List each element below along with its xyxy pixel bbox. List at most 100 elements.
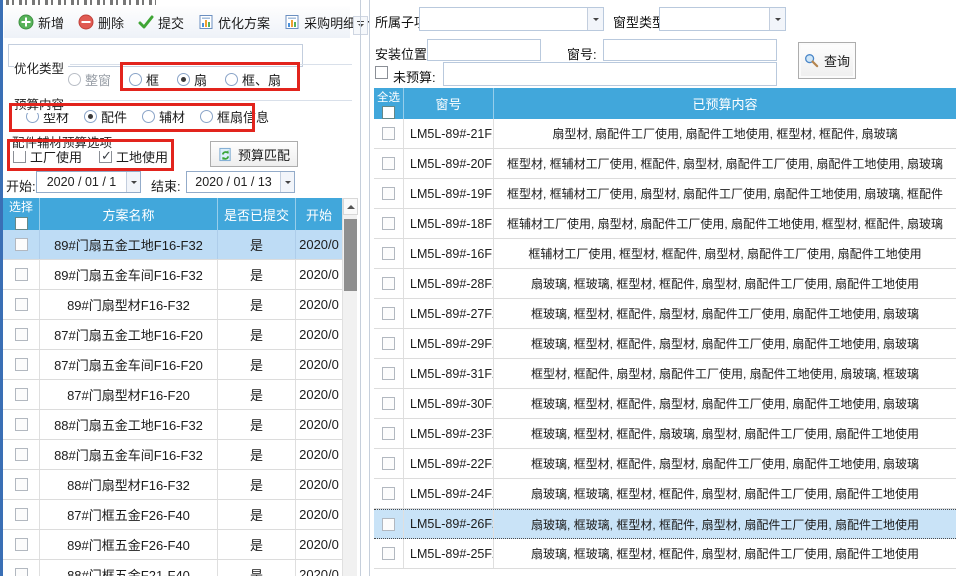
table-row[interactable]: 88#门扇五金车间F16-F32 是 2020/0 xyxy=(3,440,342,470)
table-row[interactable]: 87#门框五金F26-F40 是 2020/0 xyxy=(3,500,342,530)
table-row[interactable]: 88#门扇五金工地F16-F32 是 2020/0 xyxy=(3,410,342,440)
panel-splitter[interactable] xyxy=(369,0,370,576)
table-row[interactable]: LM5L-89#-19F17 框型材, 框辅材工厂使用, 扇型材, 扇配件工厂使… xyxy=(374,179,956,209)
optimize-type-radio[interactable]: 整窗 xyxy=(68,70,111,89)
window-no-label: 窗号: xyxy=(567,44,597,63)
budget-content-radio[interactable]: 辅材 xyxy=(142,107,185,126)
plan-name-cell: 88#门扇五金工地F16-F32 xyxy=(40,410,218,439)
table-row[interactable]: LM5L-89#-16F15 框辅材工厂使用, 框型材, 框配件, 扇型材, 扇… xyxy=(374,239,956,269)
submitted-column-header[interactable]: 是否已提交 xyxy=(218,198,296,230)
row-checkbox[interactable] xyxy=(15,448,28,461)
select-all-checkbox[interactable] xyxy=(15,217,28,230)
table-row[interactable]: 88#门框五金F21-F40 是 2020/0 xyxy=(3,560,342,576)
combo-dropdown-button[interactable] xyxy=(587,8,603,30)
row-checkbox[interactable] xyxy=(382,187,395,200)
row-checkbox[interactable] xyxy=(15,538,28,551)
row-checkbox[interactable] xyxy=(382,487,395,500)
select-all-checkbox[interactable] xyxy=(382,106,395,119)
date-dropdown-button[interactable] xyxy=(280,172,294,192)
scrollbar-thumb[interactable] xyxy=(344,219,357,291)
optimize-plan-button[interactable]: 优化方案 xyxy=(192,9,278,36)
row-checkbox[interactable] xyxy=(382,457,395,470)
start-column-header[interactable]: 开始 xyxy=(296,198,342,230)
row-checkbox[interactable] xyxy=(15,478,28,491)
budgeted-content-cell: 框辅材工厂使用, 框型材, 框配件, 扇型材, 扇配件工厂使用, 扇配件工地使用 xyxy=(494,239,956,268)
row-select-cell xyxy=(374,359,404,388)
not-budgeted-input[interactable] xyxy=(443,62,777,86)
table-row[interactable]: LM5L-89#-26F24 扇玻璃, 框玻璃, 框型材, 框配件, 扇型材, … xyxy=(374,509,956,539)
row-checkbox[interactable] xyxy=(382,127,395,140)
table-row[interactable]: 87#门扇五金车间F16-F20 是 2020/0 xyxy=(3,350,342,380)
budgeted-content-cell: 框玻璃, 框型材, 框配件, 扇型材, 扇配件工厂使用, 扇配件工地使用, 扇玻… xyxy=(494,329,956,358)
row-checkbox[interactable] xyxy=(15,418,28,431)
table-row[interactable]: 87#门扇型材F16-F20 是 2020/0 xyxy=(3,380,342,410)
delete-button[interactable]: 删除 xyxy=(72,9,132,36)
table-row[interactable]: LM5L-89#-25F23 扇玻璃, 框玻璃, 框型材, 框配件, 扇型材, … xyxy=(374,539,956,569)
budget-content-radio[interactable]: 配件 xyxy=(84,107,127,126)
row-checkbox[interactable] xyxy=(382,427,395,440)
table-row[interactable]: LM5L-89#-31F29 框型材, 框配件, 扇型材, 扇配件工厂使用, 扇… xyxy=(374,359,956,389)
date-start-picker[interactable]: 2020 / 01 / 1 xyxy=(36,171,141,193)
table-row[interactable]: LM5L-89#-30F28 框玻璃, 框型材, 框配件, 扇型材, 扇配件工厂… xyxy=(374,389,956,419)
add-button[interactable]: 新增 xyxy=(12,9,72,36)
row-checkbox[interactable] xyxy=(382,247,395,260)
table-row[interactable]: 89#门框五金F26-F40 是 2020/0 xyxy=(3,530,342,560)
table-row[interactable]: LM5L-89#-24F22 扇玻璃, 框玻璃, 框型材, 框配件, 扇型材, … xyxy=(374,479,956,509)
table-row[interactable]: LM5L-89#-23F21 框玻璃, 框型材, 框配件, 扇玻璃, 扇型材, … xyxy=(374,419,956,449)
row-checkbox[interactable] xyxy=(15,358,28,371)
window-no-input[interactable] xyxy=(603,39,777,61)
arrow-up-icon xyxy=(347,201,355,209)
window-table-header: 全选 窗号 已预算内容 xyxy=(374,88,956,119)
optimize-type-radio[interactable]: 扇 xyxy=(177,70,207,89)
install-position-input[interactable] xyxy=(427,39,541,61)
row-checkbox[interactable] xyxy=(15,268,28,281)
row-checkbox[interactable] xyxy=(382,277,395,290)
date-end-picker[interactable]: 2020 / 01 / 13 xyxy=(186,171,295,193)
row-checkbox[interactable] xyxy=(382,518,395,531)
row-checkbox[interactable] xyxy=(15,568,28,576)
table-row[interactable]: 87#门扇五金工地F16-F20 是 2020/0 xyxy=(3,320,342,350)
table-row[interactable]: LM5L-89#-29F27 框玻璃, 框型材, 框配件, 扇型材, 扇配件工厂… xyxy=(374,329,956,359)
scroll-up-button[interactable] xyxy=(343,198,358,215)
optimize-type-radio[interactable]: 框 xyxy=(129,70,159,89)
accessory-options-group-label: 配件辅材预算选项 xyxy=(12,132,116,151)
budget-match-button[interactable]: 预算匹配 xyxy=(210,141,298,167)
plan-name-column-header[interactable]: 方案名称 xyxy=(40,198,218,230)
row-checkbox[interactable] xyxy=(15,508,28,521)
panel-splitter[interactable] xyxy=(360,0,361,576)
row-checkbox[interactable] xyxy=(382,157,395,170)
table-row[interactable]: LM5L-89#-27F25 框玻璃, 框型材, 框配件, 扇型材, 扇配件工厂… xyxy=(374,299,956,329)
table-row[interactable]: 89#门扇五金车间F16-F32 是 2020/0 xyxy=(3,260,342,290)
budgeted-content-column-header[interactable]: 已预算内容 xyxy=(494,88,956,119)
row-checkbox[interactable] xyxy=(382,397,395,410)
row-checkbox[interactable] xyxy=(15,328,28,341)
table-row[interactable]: LM5L-89#-28F26 扇玻璃, 框玻璃, 框型材, 框配件, 扇型材, … xyxy=(374,269,956,299)
row-checkbox[interactable] xyxy=(382,367,395,380)
sub-item-select[interactable] xyxy=(419,7,604,31)
table-row[interactable]: LM5L-89#-20F18 框型材, 框辅材工厂使用, 框配件, 扇型材, 扇… xyxy=(374,149,956,179)
table-row[interactable]: LM5L-89#-22F20 框玻璃, 框型材, 框配件, 扇型材, 扇配件工厂… xyxy=(374,449,956,479)
row-checkbox[interactable] xyxy=(382,337,395,350)
row-checkbox[interactable] xyxy=(15,388,28,401)
not-budgeted-checkbox[interactable] xyxy=(375,66,388,79)
row-checkbox[interactable] xyxy=(382,307,395,320)
combo-dropdown-button[interactable] xyxy=(769,8,785,30)
budget-content-radio[interactable]: 框扇信息 xyxy=(200,107,269,126)
query-button[interactable]: 查询 xyxy=(798,42,856,79)
table-row[interactable]: 89#门扇型材F16-F32 是 2020/0 xyxy=(3,290,342,320)
report-icon xyxy=(198,14,214,30)
plan-table-scrollbar[interactable] xyxy=(342,198,357,576)
table-row[interactable]: LM5L-89#-21F19 扇型材, 扇配件工厂使用, 扇配件工地使用, 框型… xyxy=(374,119,956,149)
table-row[interactable]: 88#门扇型材F16-F32 是 2020/0 xyxy=(3,470,342,500)
row-checkbox[interactable] xyxy=(15,298,28,311)
row-checkbox[interactable] xyxy=(15,238,28,251)
window-no-column-header[interactable]: 窗号 xyxy=(404,88,494,119)
row-checkbox[interactable] xyxy=(382,217,395,230)
date-dropdown-button[interactable] xyxy=(126,172,140,192)
window-type-select[interactable] xyxy=(659,7,786,31)
optimize-type-radio[interactable]: 框、扇 xyxy=(225,70,281,89)
row-checkbox[interactable] xyxy=(382,547,395,560)
submit-button[interactable]: 提交 xyxy=(132,9,192,36)
table-row[interactable]: 89#门扇五金工地F16-F32 是 2020/0 xyxy=(3,230,342,260)
table-row[interactable]: LM5L-89#-18F16 框辅材工厂使用, 扇型材, 扇配件工厂使用, 扇配… xyxy=(374,209,956,239)
